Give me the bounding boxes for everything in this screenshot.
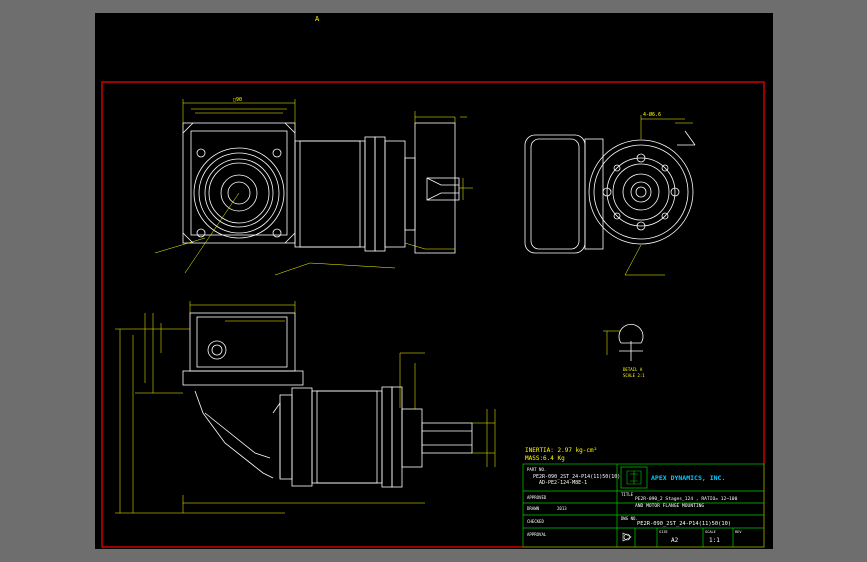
title-label: TITLE [621,492,634,497]
front-view [182,122,460,254]
approval-label: APPROVAL [527,532,547,537]
inertia-text: INERTIA: 2.97 kg-cm² [525,447,597,454]
size-value: A2 [671,537,679,544]
dwg-label: DWG NO. [621,516,638,521]
approved-label: APPROVED [527,495,547,500]
drawn-value: 2013 [557,506,567,511]
title-line1: PE2R-090_2 Stages_124 , RATIO= 12~100 [635,496,738,502]
part-no-line2: AD-PE2-124-M8E-1 [539,480,587,486]
side-dim-top: 4-Ø6.6 [643,111,661,118]
title-line2: AND MOTOR FLANGE MOUNTING [635,503,704,509]
checked-label: CHECKED [527,519,544,524]
front-dim-top: □90 [233,97,242,103]
mass-text: MASS:6.4 Kg [525,455,565,462]
side-view [524,130,696,254]
part-no-label: PART NO. [527,467,546,472]
detail-scale: SCALE 2:1 [623,373,645,378]
drawn-label: DRAWN [527,506,540,511]
detail-label: DETAIL A [623,367,643,372]
company-name: APEX DYNAMICS, INC. [651,474,725,482]
scale-value: 1:1 [709,537,720,544]
front-view-dims [154,99,473,276]
bottom-view-dims [115,301,496,514]
sheet-marker: A [315,15,320,23]
scale-label: SCALE [705,530,716,534]
dwg-no: PE2R-090_2ST_24-P14(11)50(10) [637,521,731,527]
projection-symbol [622,532,632,542]
rev-label: REV [735,530,742,534]
drawing-canvas[interactable]: A □90 4-Ø6.6 DETAIL A SCALE 2:1 INERTIA:… [95,13,773,549]
detail-a-dims [603,330,621,355]
company-logo [626,470,642,485]
size-label: SIZE [659,530,668,534]
bottom-view [182,312,473,488]
cad-drawing: A □90 4-Ø6.6 DETAIL A SCALE 2:1 INERTIA:… [101,15,765,548]
detail-a [618,323,644,361]
